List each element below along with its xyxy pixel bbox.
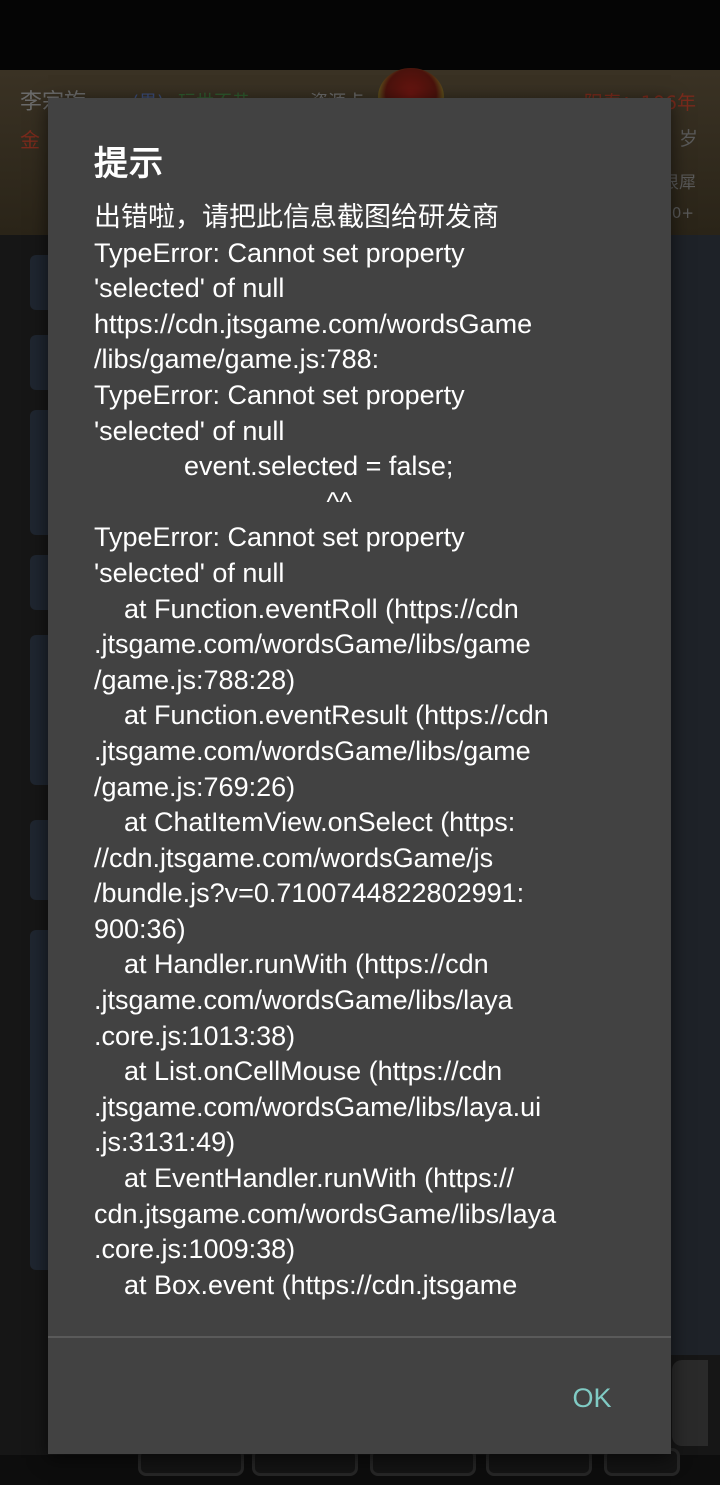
count-label: 0+ — [671, 204, 694, 222]
message-line: at Handler.runWith (https://cdn — [94, 949, 489, 980]
message-line: at Function.eventRoll (https://cdn — [94, 593, 519, 624]
message-line: .core.js:1013:38) — [94, 1020, 296, 1051]
message-line: at ChatItemView.onSelect (https: — [94, 807, 516, 838]
dialog-message[interactable]: 出错啦，请把此信息截图给研发商 TypeError: Cannot set pro… — [94, 200, 654, 1336]
dialog-title: 提示 — [94, 144, 164, 184]
message-line: .jtsgame.com/wordsGame/libs/game — [94, 629, 531, 660]
message-line: /game.js:788:28) — [94, 664, 296, 695]
message-line: ^^ — [94, 486, 352, 517]
message-line: event.selected = false; — [94, 451, 454, 482]
error-dialog: 提示 出错啦，请把此信息截图给研发商 TypeError: Cannot set … — [48, 98, 671, 1454]
message-line: .core.js:1009:38) — [94, 1234, 296, 1265]
message-line: .jtsgame.com/wordsGame/libs/game — [94, 735, 531, 766]
message-line: at Function.eventResult (https://cdn — [94, 700, 549, 731]
message-line: 出错啦，请把此信息截图给研发商 — [94, 202, 499, 232]
message-line: at EventHandler.runWith (https:// — [94, 1163, 515, 1194]
bg-corner-button — [672, 1360, 708, 1446]
message-line: /bundle.js?v=0.7100744822802991: — [94, 878, 525, 909]
status-bar-area — [0, 0, 720, 70]
message-line: 'selected' of null — [94, 415, 285, 446]
message-line: cdn.jtsgame.com/wordsGame/libs/laya — [94, 1198, 557, 1229]
age-label: 岁 — [678, 128, 698, 150]
game-screen: 李宗旋 (男) 玩世不恭 资源点 阳寿：106年 金 岁 很犀 0+ 提示 出错… — [0, 0, 720, 1485]
message-line: at List.onCellMouse (https://cdn — [94, 1056, 503, 1087]
message-line: 'selected' of null — [94, 557, 285, 588]
message-line: TypeError: Cannot set property — [94, 379, 465, 410]
message-line: https://cdn.jtsgame.com/wordsGame — [94, 308, 533, 339]
message-line: .jtsgame.com/wordsGame/libs/laya.ui — [94, 1091, 542, 1122]
gold-label: 金 — [20, 128, 40, 152]
message-line: /game.js:769:26) — [94, 771, 296, 802]
message-line: /libs/game/game.js:788: — [94, 344, 380, 375]
ok-button[interactable]: OK — [544, 1366, 640, 1430]
message-line: TypeError: Cannot set property — [94, 522, 465, 553]
message-line: at Box.event (https://cdn.jtsgame — [94, 1269, 518, 1300]
message-line: //cdn.jtsgame.com/wordsGame/js — [94, 842, 494, 873]
message-line: 'selected' of null — [94, 273, 285, 304]
message-line: 900:36) — [94, 913, 186, 944]
dialog-divider — [48, 1336, 671, 1338]
message-line: .js:3131:49) — [94, 1127, 236, 1158]
message-line: .jtsgame.com/wordsGame/libs/laya — [94, 985, 513, 1016]
message-line: TypeError: Cannot set property — [94, 237, 465, 268]
